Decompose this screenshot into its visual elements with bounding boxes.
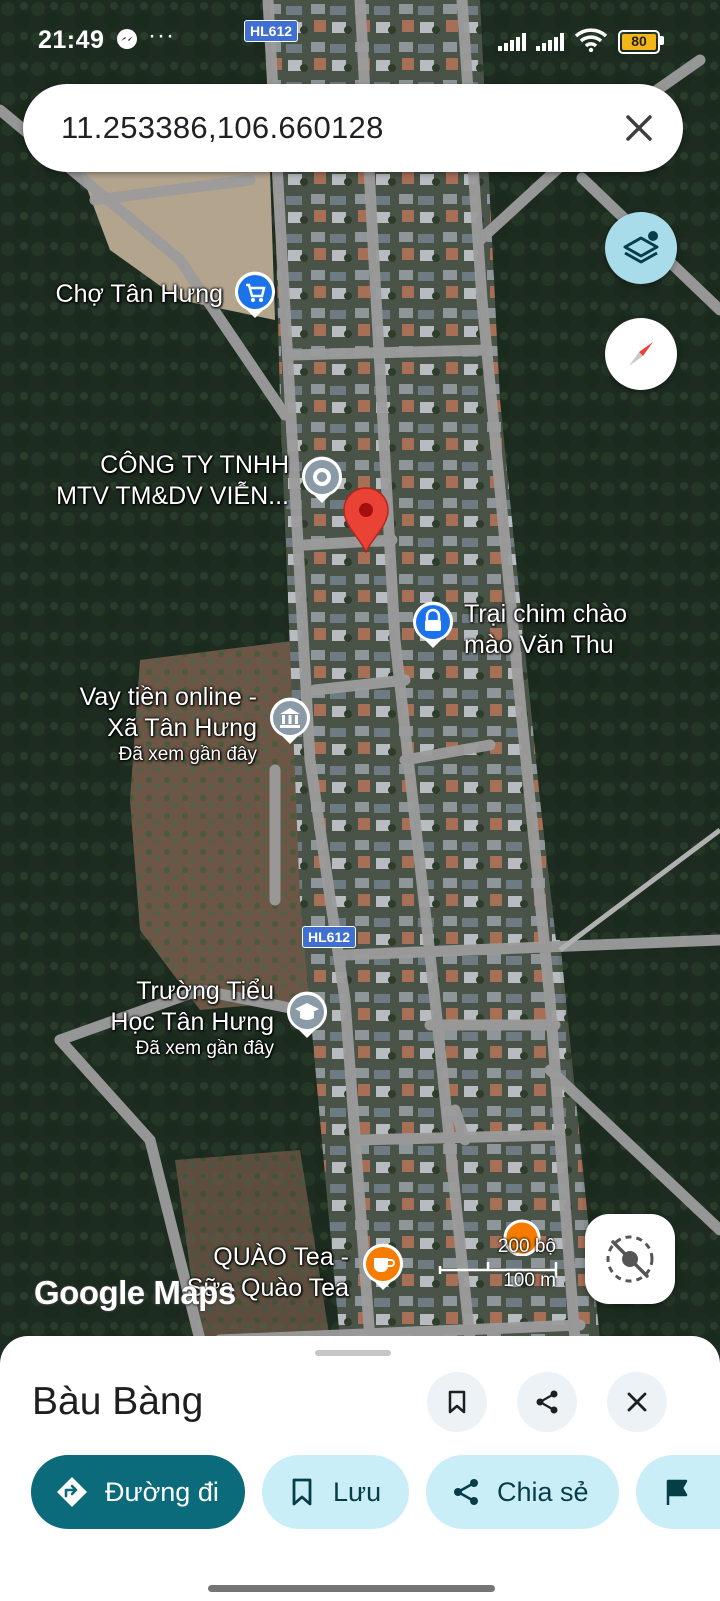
compass-button[interactable]: [605, 318, 677, 390]
scale-bar: 200 bộ 100 m: [438, 1232, 558, 1292]
scale-imperial: 200 bộ: [497, 1236, 556, 1257]
location-disabled-icon: [606, 1235, 654, 1283]
recently-viewed-note: Đã xem gần đây: [135, 1038, 274, 1059]
close-button[interactable]: [607, 1372, 667, 1432]
report-button[interactable]: [636, 1455, 720, 1529]
bank-icon[interactable]: [267, 696, 313, 746]
map-label[interactable]: Trại chim chào mào Văn Thu: [464, 599, 627, 661]
cafe-icon[interactable]: [360, 1242, 406, 1292]
directions-button[interactable]: Đường đi: [31, 1455, 245, 1529]
status-time: 21:49: [38, 26, 105, 54]
signal-icon: [536, 33, 564, 51]
directions-icon: [57, 1477, 87, 1507]
google-maps-logo: Google Maps: [34, 1274, 236, 1311]
share-button[interactable]: [517, 1372, 577, 1432]
save-label: Lưu: [333, 1476, 382, 1507]
layers-icon: [623, 231, 659, 264]
battery-level: 80: [631, 33, 647, 49]
bookmark-icon: [292, 1478, 312, 1506]
flag-icon: [666, 1479, 688, 1505]
drag-handle[interactable]: [315, 1350, 391, 1356]
layers-button[interactable]: [605, 212, 677, 284]
more-notifications-icon: ···: [148, 22, 175, 49]
close-icon: [627, 1392, 647, 1412]
my-location-button[interactable]: [585, 1214, 675, 1304]
share-icon: [536, 1390, 558, 1414]
map-label[interactable]: Vay tiền online - Xã Tân Hưng Đã xem gần…: [80, 682, 257, 766]
wifi-icon: [574, 28, 608, 52]
battery-icon: 80: [618, 30, 660, 54]
map-label[interactable]: Chợ Tân Hưng: [56, 279, 223, 310]
bookmark-button[interactable]: [427, 1372, 487, 1432]
search-query[interactable]: 11.253386,106.660128: [61, 110, 384, 146]
place-marker-icon[interactable]: [299, 455, 345, 505]
place-title: Bàu Bàng: [32, 1380, 204, 1423]
save-button[interactable]: Lưu: [262, 1455, 409, 1529]
map-label[interactable]: Trường Tiểu Học Tân Hưng Đã xem gần đây: [110, 976, 274, 1060]
dropped-pin-icon[interactable]: [341, 486, 391, 554]
school-icon[interactable]: [284, 990, 330, 1040]
bookmark-icon: [448, 1390, 466, 1414]
scale-metric: 100 m: [503, 1270, 556, 1291]
compass-icon: [629, 342, 653, 366]
signal-icon: [498, 33, 526, 51]
status-bar: 21:49 ··· 80: [0, 0, 720, 84]
search-bar[interactable]: 11.253386,106.660128: [23, 84, 683, 172]
share-icon: [454, 1479, 478, 1505]
map-label[interactable]: CÔNG TY TNHH MTV TM&DV VIỄN...: [56, 450, 289, 512]
messenger-icon: [117, 29, 137, 49]
road-shield: HL612: [302, 926, 357, 948]
place-sheet[interactable]: Bàu Bàng Đường đi Lưu Chia sẻ: [0, 1336, 720, 1601]
share-chip-button[interactable]: Chia sẻ: [426, 1455, 619, 1529]
home-indicator[interactable]: [208, 1585, 495, 1592]
directions-label: Đường đi: [105, 1476, 219, 1507]
share-label: Chia sẻ: [497, 1476, 589, 1507]
shopping-cart-icon[interactable]: [232, 270, 278, 320]
close-icon[interactable]: [619, 108, 659, 148]
recently-viewed-note: Đã xem gần đây: [118, 744, 257, 765]
lock-icon[interactable]: [410, 600, 456, 650]
